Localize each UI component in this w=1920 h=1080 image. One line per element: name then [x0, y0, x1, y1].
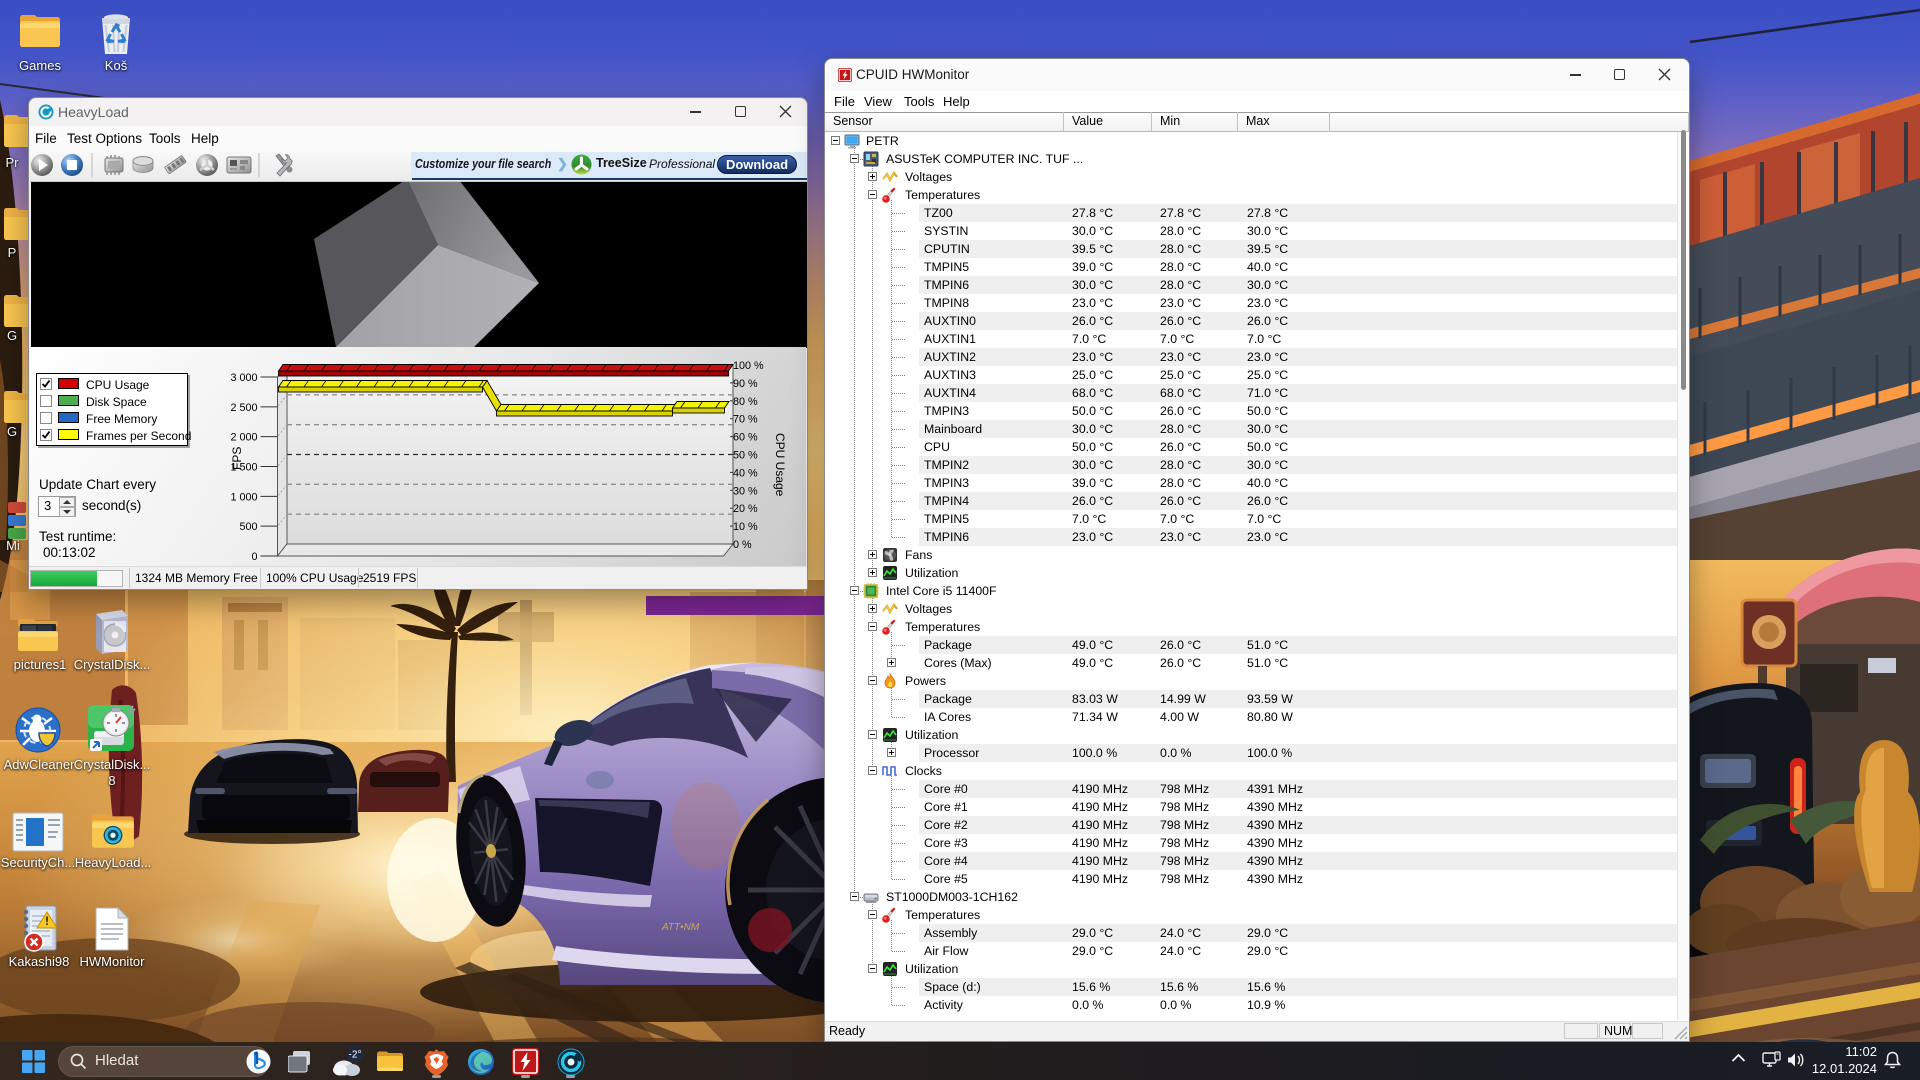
svg-text:500: 500 — [239, 521, 257, 533]
svg-text:3 000: 3 000 — [230, 372, 257, 384]
svg-text:70 %: 70 % — [733, 414, 758, 426]
svg-text:60 %: 60 % — [733, 432, 758, 444]
svg-text:2 500: 2 500 — [230, 402, 257, 414]
svg-text:10 %: 10 % — [733, 521, 758, 533]
svg-text:2 000: 2 000 — [230, 432, 257, 444]
svg-text:FPS: FPS — [230, 447, 244, 470]
svg-text:40 %: 40 % — [733, 467, 758, 479]
svg-text:0: 0 — [251, 551, 257, 563]
svg-text:90 %: 90 % — [733, 378, 758, 390]
svg-text:20 %: 20 % — [733, 503, 758, 515]
svg-text:50 %: 50 % — [733, 450, 758, 462]
svg-text:80 %: 80 % — [733, 396, 758, 408]
svg-text:0 %: 0 % — [733, 539, 752, 551]
svg-text:30 %: 30 % — [733, 485, 758, 497]
svg-text:!: ! — [45, 914, 49, 928]
svg-text:ATT•NM: ATT•NM — [661, 922, 700, 933]
svg-text:100 %: 100 % — [733, 360, 764, 372]
svg-text:1 000: 1 000 — [230, 491, 257, 503]
svg-text:CPU Usage: CPU Usage — [773, 433, 787, 497]
